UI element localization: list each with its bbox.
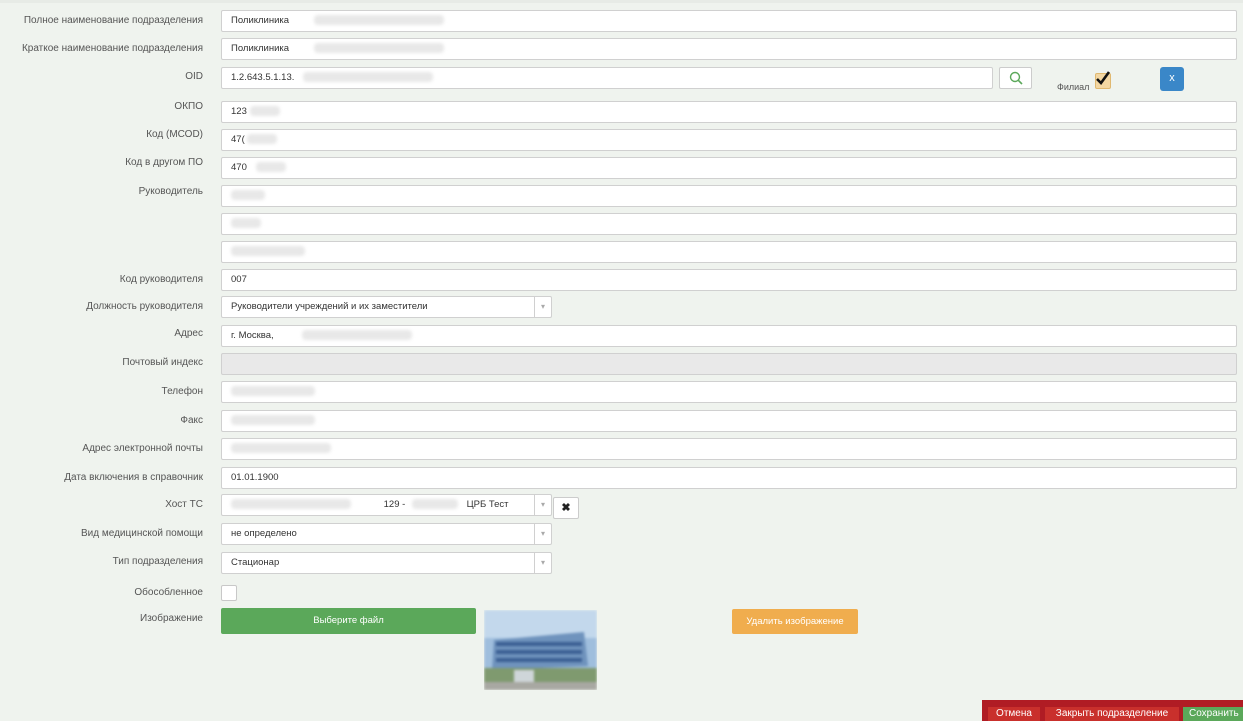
- clear-branch-button[interactable]: x: [1160, 67, 1184, 91]
- fax-label: Факс: [180, 415, 203, 426]
- unit-type-value: Стационар: [231, 557, 280, 568]
- phone-input[interactable]: [221, 381, 1237, 403]
- separate-label: Обособленное: [134, 587, 203, 598]
- host-tc-select[interactable]: 129 - ЦРБ Тест ▾: [221, 494, 552, 516]
- unit-type-select[interactable]: Стационар ▾: [221, 552, 552, 574]
- close-unit-button[interactable]: Закрыть подразделение: [1045, 707, 1179, 721]
- branch-label: Филиал: [1057, 82, 1090, 92]
- okpo-label: ОКПО: [174, 101, 203, 112]
- other-code-label: Код в другом ПО: [125, 157, 203, 168]
- oid-value: 1.2.643.5.1.13.: [231, 72, 295, 83]
- redacted-text: [411, 499, 458, 510]
- head-position-value: Руководители учреждений и их заместители: [231, 301, 428, 312]
- choose-file-button[interactable]: Выберите файл: [221, 608, 476, 634]
- short-name-value: Поликлиника: [231, 43, 290, 54]
- short-name-input[interactable]: Поликлиника: [221, 38, 1237, 60]
- redacted-text: [231, 443, 331, 454]
- full-name-value: Поликлиника: [231, 15, 290, 26]
- separate-checkbox[interactable]: [221, 585, 237, 601]
- redacted-text: [249, 106, 280, 117]
- redacted-text: [302, 330, 413, 341]
- postal-code-input[interactable]: [221, 353, 1237, 375]
- oid-label: OID: [185, 71, 203, 82]
- branch-checkbox[interactable]: [1095, 71, 1111, 89]
- redacted-text: [231, 386, 315, 397]
- head-code-input[interactable]: 007: [221, 269, 1237, 291]
- redacted-text: [313, 15, 444, 26]
- redacted-text: [231, 499, 351, 510]
- chevron-down-icon: ▾: [534, 495, 551, 515]
- date-added-input[interactable]: 01.01.1900: [221, 467, 1237, 489]
- redacted-text: [303, 72, 434, 83]
- chevron-down-icon: ▾: [534, 524, 551, 544]
- redacted-text: [231, 415, 315, 426]
- okpo-input[interactable]: 123: [221, 101, 1237, 123]
- care-type-value: не определено: [231, 528, 297, 539]
- care-type-select[interactable]: не определено ▾: [221, 523, 552, 545]
- redacted-text: [231, 190, 265, 201]
- address-label: Адрес: [174, 328, 203, 339]
- checkmark-icon: [1096, 71, 1111, 85]
- host-tc-label: Хост ТС: [165, 499, 203, 510]
- head-code-label: Код руководителя: [119, 274, 203, 285]
- address-value: г. Москва,: [231, 330, 274, 341]
- head-middle-name-input[interactable]: [221, 241, 1237, 263]
- short-name-label: Краткое наименование подразделения: [21, 43, 203, 54]
- head-last-name-input[interactable]: [221, 185, 1237, 207]
- head-position-label: Должность руководителя: [86, 301, 203, 312]
- head-label: Руководитель: [138, 186, 203, 197]
- mcod-value: 47(: [231, 134, 245, 145]
- redacted-text: [231, 246, 305, 257]
- postal-code-label: Почтовый индекс: [122, 357, 203, 368]
- chevron-down-icon: ▾: [534, 553, 551, 573]
- care-type-label: Вид медицинской помощи: [81, 528, 203, 539]
- mcod-label: Код (МСОD): [146, 129, 203, 140]
- address-input[interactable]: г. Москва,: [221, 325, 1237, 347]
- head-position-select[interactable]: Руководители учреждений и их заместители…: [221, 296, 552, 318]
- image-label: Изображение: [140, 613, 203, 624]
- mcod-input[interactable]: 47(: [221, 129, 1237, 151]
- redacted-text: [231, 218, 261, 229]
- host-tc-number: 129 -: [383, 499, 406, 510]
- date-added-label: Дата включения в справочник: [64, 472, 203, 483]
- redacted-text: [255, 162, 286, 173]
- search-icon: [1009, 71, 1023, 85]
- email-label: Адрес электронной почты: [82, 443, 203, 454]
- redacted-text: [313, 43, 444, 54]
- phone-label: Телефон: [161, 386, 203, 397]
- redacted-text: [247, 134, 278, 145]
- host-tc-name: ЦРБ Тест: [466, 499, 509, 510]
- building-photo: [484, 610, 597, 690]
- full-name-label: Полное наименование подразделения: [23, 15, 203, 26]
- fax-input[interactable]: [221, 410, 1237, 432]
- clear-host-tc-button[interactable]: ✖: [553, 497, 579, 519]
- delete-image-button[interactable]: Удалить изображение: [732, 609, 858, 634]
- other-code-value: 470: [231, 162, 247, 173]
- full-name-input[interactable]: Поликлиника: [221, 10, 1237, 32]
- unit-type-label: Тип подразделения: [112, 556, 203, 567]
- oid-input[interactable]: 1.2.643.5.1.13.: [221, 67, 993, 89]
- save-button[interactable]: Сохранить: [1183, 707, 1243, 721]
- top-border: [0, 0, 1243, 3]
- other-code-input[interactable]: 470: [221, 157, 1237, 179]
- email-input[interactable]: [221, 438, 1237, 460]
- chevron-down-icon: ▾: [534, 297, 551, 317]
- cancel-button[interactable]: Отмена: [988, 707, 1040, 721]
- oid-search-button[interactable]: [999, 67, 1032, 89]
- head-first-name-input[interactable]: [221, 213, 1237, 235]
- okpo-value: 123: [231, 106, 247, 117]
- image-preview: [484, 610, 597, 690]
